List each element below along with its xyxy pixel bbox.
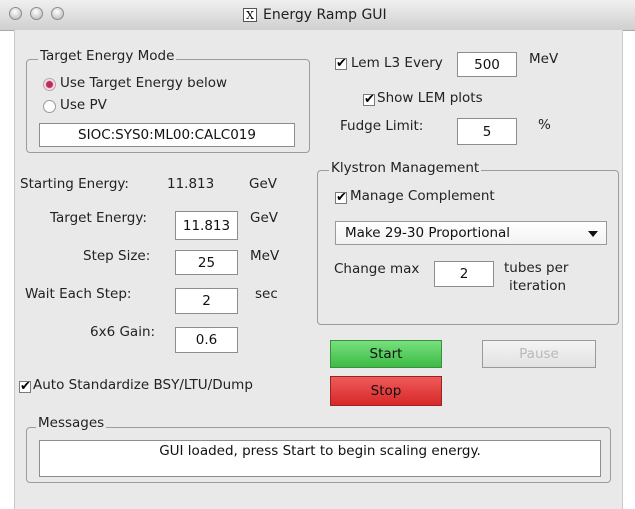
wait-each-step-input[interactable]: 2 bbox=[175, 288, 238, 314]
lem-every-input[interactable]: 500 bbox=[457, 52, 517, 77]
auto-standardize-checkbox[interactable]: ✔ bbox=[19, 380, 31, 393]
lem-every-unit: MeV bbox=[529, 51, 559, 67]
messages-legend: Messages bbox=[36, 415, 107, 431]
tubes-per-label: tubes per bbox=[504, 260, 569, 276]
title-bar: X Energy Ramp GUI bbox=[0, 0, 635, 31]
window-title: Energy Ramp GUI bbox=[263, 7, 387, 23]
use-pv-radio[interactable] bbox=[43, 100, 56, 113]
klystron-mode-select[interactable]: Make 29-30 Proportional bbox=[335, 221, 607, 245]
klystron-management-legend: Klystron Management bbox=[329, 160, 482, 176]
auto-standardize-label: Auto Standardize BSY/LTU/Dump bbox=[33, 377, 253, 393]
zoom-window-button[interactable] bbox=[51, 7, 64, 20]
target-energy-input[interactable]: 11.813 bbox=[175, 211, 238, 240]
use-target-energy-radio[interactable] bbox=[43, 78, 56, 91]
starting-energy-value: 11.813 bbox=[167, 176, 215, 192]
starting-energy-unit: GeV bbox=[249, 176, 278, 192]
use-pv-label: Use PV bbox=[60, 97, 107, 113]
main-panel: Target Energy Mode Use Target Energy bel… bbox=[14, 30, 623, 509]
target-energy-mode-legend: Target Energy Mode bbox=[38, 48, 177, 64]
minimize-window-button[interactable] bbox=[30, 7, 43, 20]
energy-ramp-window: X Energy Ramp GUI Target Energy Mode Use… bbox=[0, 0, 635, 509]
gain-input[interactable]: 0.6 bbox=[175, 327, 238, 353]
klystron-mode-selected: Make 29-30 Proportional bbox=[345, 225, 511, 241]
show-lem-plots-label: Show LEM plots bbox=[377, 90, 483, 106]
wait-each-step-label: Wait Each Step: bbox=[25, 286, 132, 302]
change-max-input[interactable]: 2 bbox=[434, 261, 494, 287]
chevron-down-icon bbox=[588, 231, 598, 237]
step-size-label: Step Size: bbox=[83, 248, 151, 264]
step-size-input[interactable]: 25 bbox=[175, 250, 238, 275]
target-energy-unit: GeV bbox=[250, 210, 279, 226]
start-button[interactable]: Start bbox=[330, 340, 442, 368]
manage-complement-label: Manage Complement bbox=[350, 188, 495, 204]
stop-button[interactable]: Stop bbox=[330, 376, 442, 406]
messages-text: GUI loaded, press Start to begin scaling… bbox=[39, 440, 601, 477]
pv-name-field[interactable]: SIOC:SYS0:ML00:CALC019 bbox=[39, 123, 295, 147]
pause-button[interactable]: Pause bbox=[482, 340, 596, 368]
lem-every-label: Lem L3 Every bbox=[351, 55, 443, 71]
show-lem-plots-checkbox[interactable]: ✔ bbox=[363, 93, 375, 106]
step-size-unit: MeV bbox=[250, 248, 280, 264]
iteration-label: iteration bbox=[509, 278, 567, 294]
starting-energy-label: Starting Energy: bbox=[20, 176, 129, 192]
x11-icon: X bbox=[243, 8, 257, 22]
wait-each-step-unit: sec bbox=[255, 286, 278, 302]
window-title-group: X Energy Ramp GUI bbox=[243, 5, 387, 25]
target-energy-label: Target Energy: bbox=[50, 210, 147, 226]
lem-every-checkbox[interactable]: ✔ bbox=[335, 57, 347, 70]
manage-complement-checkbox[interactable]: ✔ bbox=[335, 191, 347, 204]
gain-label: 6x6 Gain: bbox=[90, 324, 156, 340]
fudge-limit-label: Fudge Limit: bbox=[340, 118, 424, 134]
fudge-limit-input[interactable]: 5 bbox=[457, 118, 517, 145]
close-window-button[interactable] bbox=[9, 7, 22, 20]
change-max-label: Change max bbox=[334, 261, 420, 277]
use-target-energy-label: Use Target Energy below bbox=[60, 75, 228, 91]
fudge-limit-unit: % bbox=[538, 117, 551, 133]
